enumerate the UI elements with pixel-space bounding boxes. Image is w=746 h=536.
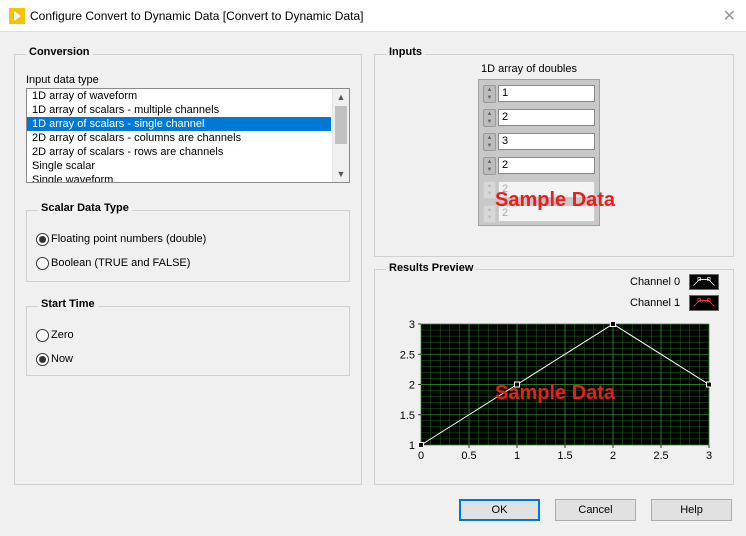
radio-dot — [39, 355, 46, 363]
legend-channel-0[interactable]: Channel 0 — [630, 274, 720, 290]
spinner-icon[interactable]: ▲ ▼ — [483, 109, 496, 127]
radio-now[interactable]: Now — [36, 351, 73, 367]
radio-label: Boolean (TRUE and FALSE) — [51, 257, 191, 269]
ok-button[interactable]: OK — [459, 499, 540, 521]
scalar-data-type-label: Scalar Data Type — [38, 202, 132, 214]
x-tick-label: 2.5 — [653, 450, 668, 462]
start-time-group — [26, 306, 350, 376]
x-tick-label: 3 — [706, 450, 712, 462]
x-tick-label: 0.5 — [461, 450, 476, 462]
spinner-icon[interactable]: ▲ ▼ — [483, 85, 496, 103]
y-tick-label: 3 — [409, 319, 415, 331]
list-item[interactable]: Single waveform — [27, 173, 331, 182]
radio-zero[interactable]: Zero — [36, 327, 74, 343]
close-icon[interactable]: ✕ — [723, 6, 736, 26]
legend-swatch-icon[interactable] — [689, 274, 720, 290]
radio-label: Now — [51, 353, 74, 365]
x-tick-label: 2 — [610, 450, 616, 462]
y-tick-label: 2 — [409, 380, 415, 392]
list-item[interactable]: 1D array of waveform — [27, 89, 331, 103]
inputs-group-label: Inputs — [386, 46, 425, 58]
array-value-field[interactable]: 1 — [498, 85, 595, 102]
list-item[interactable]: 1D array of scalars - multiple channels — [27, 103, 331, 117]
help-button[interactable]: Help — [651, 499, 732, 521]
array-value-field[interactable]: 3 — [498, 133, 595, 150]
legend-label: Channel 1 — [630, 297, 681, 309]
input-data-type-label: Input data type — [26, 74, 99, 86]
preview-watermark: Sample Data — [495, 382, 616, 404]
list-item[interactable]: Single scalar — [27, 159, 331, 173]
list-items: 1D array of waveform 1D array of scalars … — [27, 89, 349, 182]
radio-button[interactable] — [36, 232, 49, 246]
inputs-watermark: Sample Data — [495, 189, 616, 211]
start-time-label: Start Time — [38, 298, 98, 310]
input-data-type-list[interactable]: 1D array of waveform 1D array of scalars … — [26, 88, 350, 183]
array-value-field[interactable]: 2 — [498, 109, 595, 126]
scroll-up-icon[interactable]: ▲ — [333, 89, 349, 105]
array-label: 1D array of doubles — [481, 63, 577, 75]
radio-label: Floating point numbers (double) — [51, 233, 207, 245]
spinner-icon[interactable]: ▲ ▼ — [483, 133, 496, 151]
x-tick-label: 0 — [418, 450, 424, 462]
spinner-icon[interactable]: ▲ ▼ — [483, 157, 496, 175]
legend-label: Channel 0 — [630, 276, 681, 288]
data-point — [706, 381, 712, 388]
radio-button[interactable] — [36, 328, 49, 342]
radio-dot — [39, 235, 46, 243]
results-preview-label: Results Preview — [386, 262, 477, 274]
radio-label: Zero — [51, 329, 74, 341]
radio-floating-point[interactable]: Floating point numbers (double) — [36, 231, 206, 247]
x-tick-label: 1 — [514, 450, 520, 462]
array-element[interactable]: ▲ ▼ 3 — [481, 132, 597, 152]
radio-button[interactable] — [36, 352, 49, 366]
y-tick-label: 1.5 — [400, 410, 415, 422]
legend-swatch-icon[interactable] — [689, 295, 720, 311]
conversion-group-label: Conversion — [26, 46, 93, 58]
data-point — [418, 442, 424, 448]
radio-button[interactable] — [36, 256, 49, 270]
list-item[interactable]: 1D array of scalars - single channel — [27, 117, 331, 131]
list-item[interactable]: 2D array of scalars - columns are channe… — [27, 131, 331, 145]
array-element[interactable]: ▲ ▼ 2 — [481, 108, 597, 128]
y-tick-label: 2.5 — [400, 349, 415, 361]
array-element[interactable]: ▲ ▼ 2 — [481, 156, 597, 176]
y-tick-label: 1 — [409, 440, 415, 452]
data-point — [610, 321, 616, 327]
legend-channel-1[interactable]: Channel 1 — [630, 295, 720, 311]
list-scrollbar[interactable]: ▲ ▼ — [332, 89, 349, 182]
x-tick-label: 1.5 — [557, 450, 572, 462]
array-element[interactable]: ▲ ▼ 1 — [481, 84, 597, 104]
scroll-down-icon[interactable]: ▼ — [333, 166, 349, 182]
cancel-button[interactable]: Cancel — [555, 499, 636, 521]
app-icon — [9, 8, 25, 24]
radio-boolean[interactable]: Boolean (TRUE and FALSE) — [36, 255, 190, 271]
list-item[interactable]: 2D array of scalars - rows are channels — [27, 145, 331, 159]
scroll-thumb[interactable] — [335, 106, 347, 144]
window-title: Configure Convert to Dynamic Data [Conve… — [30, 9, 364, 23]
array-value-field[interactable]: 2 — [498, 157, 595, 174]
title-bar: Configure Convert to Dynamic Data [Conve… — [0, 0, 746, 32]
